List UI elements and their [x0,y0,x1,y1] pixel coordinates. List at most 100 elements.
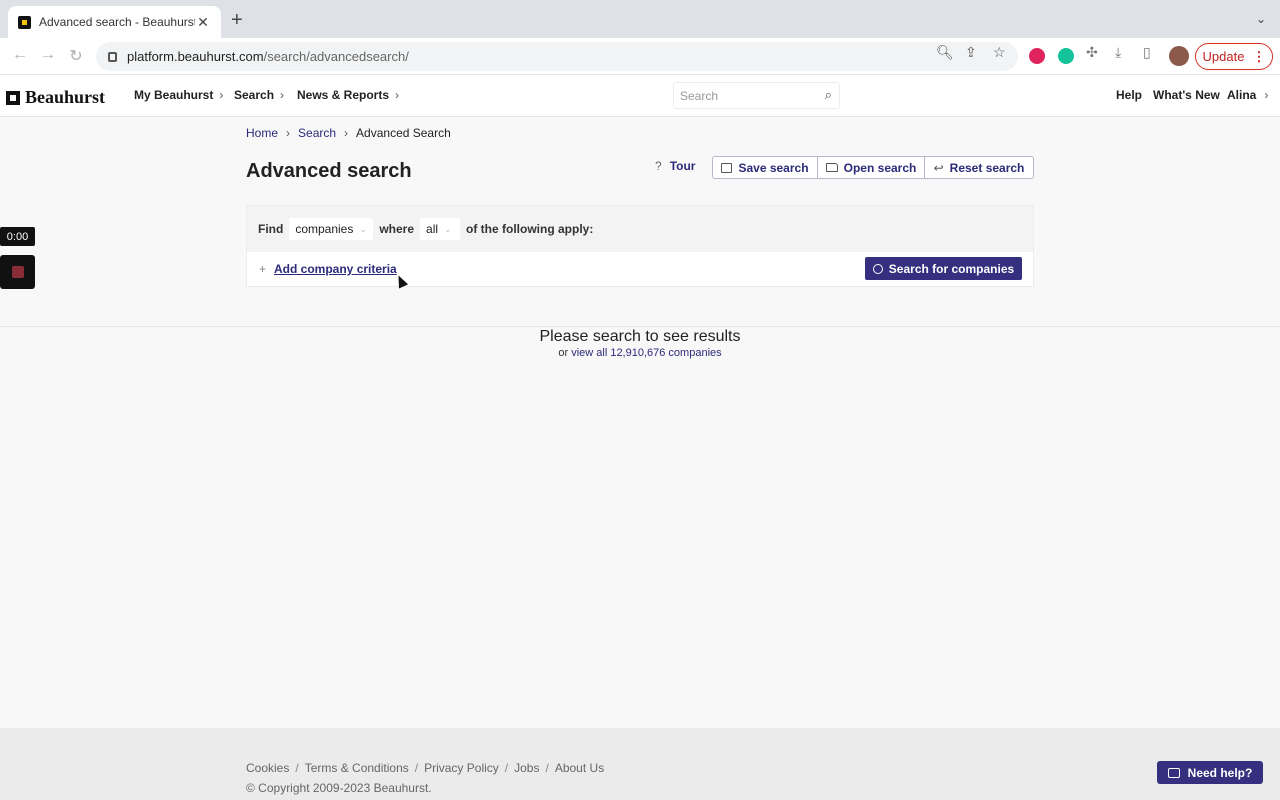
reset-arrow-icon: ↩ [933,160,944,175]
where-label: where [379,222,415,236]
footer-separator: / [295,761,299,775]
beauhurst-logo[interactable]: Beauhurst [6,87,105,108]
lock-icon [108,51,117,62]
site-header: Beauhurst My Beauhurst › Search › News & R… [0,75,1280,117]
browser-toolbar: ← → ↻ platform.beauhurst.com/search/adva… [0,38,1280,75]
logo-mark-icon [6,90,20,105]
stop-recording-button[interactable] [0,255,35,289]
divider [0,326,1280,327]
find-label: Find [258,222,284,236]
profile-avatar[interactable] [1169,46,1189,66]
footer-link-terms[interactable]: Terms & Conditions [305,761,409,775]
nav-label: My Beauhurst [134,88,214,102]
tour-label: Tour [669,159,696,173]
criteria-actions: + Add company criteria Search for compan… [247,252,1033,286]
search-placeholder: Search [680,89,719,103]
extension-red-icon[interactable] [1029,48,1045,64]
footer-links: Cookies / Terms & Conditions / Privacy P… [246,761,604,775]
kebab-menu-icon: ⋮ [1252,48,1266,64]
need-help-button[interactable]: Need help? [1157,761,1263,784]
bookmark-star-icon[interactable]: ☆ [993,44,1006,61]
nav-label: Search [234,88,275,102]
reload-icon[interactable]: ↻ [66,46,86,66]
reset-label: Reset search [949,160,1025,175]
criteria-sentence: Find companies ⌄ where all ⌄ of the foll… [247,206,1033,252]
save-icon [721,162,733,173]
url-path: /search/advancedsearch/ [263,49,409,64]
update-label: Update [1202,49,1245,64]
search-icon [872,263,883,274]
tab-title: Advanced search - Beauhurst [39,15,195,29]
chevron-down-icon: ⌄ [444,223,452,234]
zoom-icon[interactable]: 🔍︎ [936,44,954,61]
entity-value: companies [295,222,354,236]
tab-search-chevron-icon[interactable]: ⌄ [1256,12,1266,26]
question-icon: ? [655,159,662,173]
empty-results-subtitle: or view all 12,910,676 companies [0,347,1280,359]
need-help-label: Need help? [1187,765,1253,780]
open-search-button[interactable]: Open search [818,157,925,178]
view-all-companies-link[interactable]: view all 12,910,676 companies [571,347,721,359]
forward-arrow-icon[interactable]: → [38,46,58,64]
search-button-label: Search for companies [888,261,1015,276]
add-company-criteria-link[interactable]: Add company criteria [274,262,397,276]
footer-link-privacy[interactable]: Privacy Policy [424,761,499,775]
criteria-panel: Find companies ⌄ where all ⌄ of the foll… [246,205,1034,287]
copyright: © Copyright 2009-2023 Beauhurst. [246,781,432,795]
chevron-right-icon: › [286,126,291,140]
breadcrumb-search[interactable]: Search [298,126,336,140]
address-bar[interactable]: platform.beauhurst.com/search/advancedse… [96,42,1018,71]
footer-separator: / [504,761,509,775]
nav-label: News & Reports [297,88,390,102]
chevron-right-icon: › [219,88,224,102]
chevron-down-icon: ⌄ [359,223,367,234]
match-value: all [426,222,439,236]
footer: Cookies / Terms & Conditions / Privacy P… [0,728,1280,800]
beauhurst-favicon-icon [18,15,31,29]
tail-label: of the following apply: [466,222,594,236]
user-name: Alina [1227,88,1257,102]
entity-select[interactable]: companies ⌄ [289,218,374,240]
footer-link-jobs[interactable]: Jobs [514,761,539,775]
help-link[interactable]: Help [1116,88,1142,102]
tab-close-icon[interactable]: ✕ [195,14,211,31]
site-search-input[interactable]: Search ⌕ [673,82,840,109]
breadcrumb-home[interactable]: Home [246,126,278,140]
share-icon[interactable]: ⇪ [965,44,977,61]
logo-text: Beauhurst [25,87,106,107]
whats-new-link[interactable]: What's New [1153,88,1220,102]
footer-separator: / [414,761,419,775]
new-tab-icon[interactable]: + [231,10,243,30]
chevron-right-icon: › [1264,88,1269,102]
browser-tab[interactable]: Advanced search - Beauhurst ✕ [8,6,221,38]
page-title: Advanced search [246,160,412,182]
back-arrow-icon[interactable]: ← [10,46,30,64]
chevron-right-icon: › [395,88,400,102]
match-select[interactable]: all ⌄ [420,218,461,240]
nav-news-reports[interactable]: News & Reports › [297,88,399,102]
user-menu[interactable]: Alina › [1227,88,1268,102]
footer-link-about[interactable]: About Us [555,761,604,775]
nav-my-beauhurst[interactable]: My Beauhurst › [134,88,223,102]
search-icon[interactable]: ⌕ [825,87,832,103]
open-label: Open search [843,160,917,175]
chevron-right-icon: › [280,88,285,102]
breadcrumb-current: Advanced Search [356,126,451,140]
save-search-button[interactable]: Save search [713,157,818,178]
folder-icon [825,163,838,172]
side-panel-icon[interactable]: ▯ [1143,44,1151,61]
extensions-puzzle-icon[interactable]: ✣ [1086,44,1098,61]
browser-tab-bar: Advanced search - Beauhurst ✕ + ⌄ [0,0,1280,38]
reset-search-button[interactable]: ↩ Reset search [925,157,1033,178]
grammarly-icon[interactable] [1058,48,1074,64]
chevron-right-icon: › [344,126,349,140]
breadcrumb: Home › Search › Advanced Search [246,126,451,140]
nav-search[interactable]: Search › [234,88,284,102]
footer-link-cookies[interactable]: Cookies [246,761,289,775]
chrome-update-button[interactable]: Update ⋮ [1195,43,1273,70]
download-icon[interactable]: ⤓ [1115,44,1121,61]
search-for-companies-button[interactable]: Search for companies [865,257,1022,280]
tour-button[interactable]: ? Tour [655,159,695,173]
empty-results-title: Please search to see results [539,328,741,345]
chat-icon [1167,767,1180,778]
